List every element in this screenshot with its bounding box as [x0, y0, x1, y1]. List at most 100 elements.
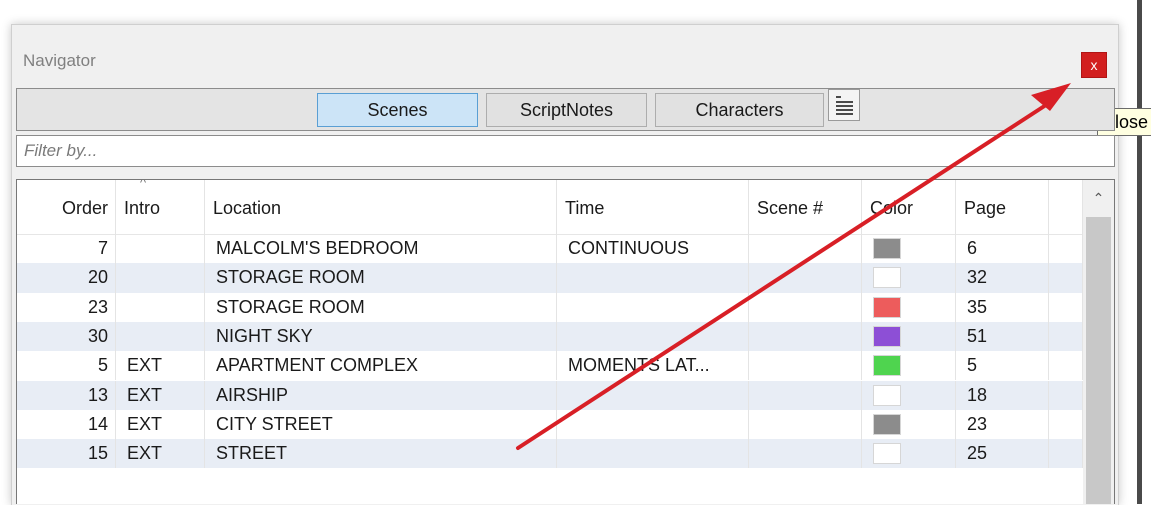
color-swatch[interactable]: [873, 325, 901, 347]
close-icon: x: [1090, 57, 1098, 73]
column-header-order[interactable]: Order: [17, 180, 116, 234]
tab-scriptnotes[interactable]: ScriptNotes: [486, 93, 647, 127]
cell-intro: [116, 321, 205, 352]
cell-filler: [1049, 292, 1083, 322]
table-row[interactable]: 5 EXT APARTMENT COMPLEX MOMENTS LAT... 5: [17, 351, 1083, 381]
cell-time: MOMENTS LAT...: [557, 351, 749, 381]
scenes-grid: Order ^ Intro Location Time Scene # Colo…: [16, 179, 1115, 504]
cell-location: STREET: [205, 439, 557, 469]
column-header-intro[interactable]: ^ Intro: [116, 180, 205, 234]
table-row[interactable]: 20 STORAGE ROOM 32: [17, 263, 1083, 293]
cell-filler: [1049, 351, 1083, 381]
cell-color: [862, 263, 956, 293]
list-view-icon[interactable]: [828, 89, 860, 121]
cell-scene-number: [749, 351, 862, 381]
cell-intro: EXT: [116, 409, 205, 440]
cell-color: [862, 380, 956, 410]
cell-order: 23: [17, 292, 116, 322]
cell-page: 5: [956, 351, 1049, 381]
column-header-location[interactable]: Location: [205, 180, 557, 234]
cell-filler: [1049, 439, 1083, 469]
cell-order: 5: [17, 351, 116, 381]
cell-intro: EXT: [116, 351, 205, 381]
color-swatch[interactable]: [873, 384, 901, 406]
table-row[interactable]: 30 NIGHT SKY 51: [17, 321, 1083, 352]
cell-filler: [1049, 321, 1083, 352]
column-header-scene-number[interactable]: Scene #: [749, 180, 862, 234]
column-header-page[interactable]: Page: [956, 180, 1049, 234]
tab-characters[interactable]: Characters: [655, 93, 824, 127]
close-button[interactable]: x: [1081, 52, 1107, 78]
cell-scene-number: [749, 321, 862, 352]
cell-location: MALCOLM'S BEDROOM: [205, 234, 557, 264]
cell-page: 32: [956, 263, 1049, 293]
filter-input[interactable]: Filter by...: [16, 135, 1115, 167]
cell-page: 23: [956, 409, 1049, 440]
cell-location: APARTMENT COMPLEX: [205, 351, 557, 381]
cell-color: [862, 292, 956, 322]
column-header-intro-label: Intro: [124, 198, 161, 218]
table-row[interactable]: 23 STORAGE ROOM 35: [17, 292, 1083, 322]
color-swatch[interactable]: [873, 443, 901, 465]
table-row[interactable]: 14 EXT CITY STREET 23: [17, 409, 1083, 440]
cell-filler: [1049, 380, 1083, 410]
column-header-color[interactable]: Color: [862, 180, 956, 234]
cell-time: [557, 263, 749, 293]
scrollbar-thumb[interactable]: [1086, 217, 1111, 504]
column-header-time[interactable]: Time: [557, 180, 749, 234]
tab-scenes[interactable]: Scenes: [317, 93, 478, 127]
cell-scene-number: [749, 409, 862, 440]
cell-color: [862, 439, 956, 469]
list-view-icon-line: [836, 101, 853, 103]
cell-order: 14: [17, 409, 116, 440]
cell-intro: [116, 292, 205, 322]
list-view-icon-line: [836, 113, 853, 115]
cell-time: [557, 292, 749, 322]
cell-order: 7: [17, 234, 116, 264]
cell-filler: [1049, 234, 1083, 264]
cell-filler: [1049, 263, 1083, 293]
cell-order: 30: [17, 321, 116, 352]
cell-intro: [116, 234, 205, 264]
cell-location: NIGHT SKY: [205, 321, 557, 352]
color-swatch[interactable]: [873, 267, 901, 289]
color-swatch[interactable]: [873, 296, 901, 318]
list-view-icon-line: [836, 109, 853, 111]
cell-scene-number: [749, 292, 862, 322]
cell-scene-number: [749, 439, 862, 469]
vertical-scrollbar[interactable]: ⌃: [1083, 180, 1114, 504]
cell-time: [557, 321, 749, 352]
tab-bar: Scenes ScriptNotes Characters: [16, 88, 1115, 131]
table-row[interactable]: 7 MALCOLM'S BEDROOM CONTINUOUS 6: [17, 234, 1083, 264]
chevron-up-icon[interactable]: ⌃: [1083, 180, 1114, 216]
cell-location: AIRSHIP: [205, 380, 557, 410]
cell-location: CITY STREET: [205, 409, 557, 440]
cell-page: 18: [956, 380, 1049, 410]
table-row[interactable]: 15 EXT STREET 25: [17, 439, 1083, 469]
column-header-filler: [1049, 180, 1083, 234]
cell-location: STORAGE ROOM: [205, 292, 557, 322]
table-row[interactable]: 13 EXT AIRSHIP 18: [17, 380, 1083, 410]
cell-intro: EXT: [116, 439, 205, 469]
cell-order: 20: [17, 263, 116, 293]
cell-scene-number: [749, 380, 862, 410]
list-view-icon-line: [836, 105, 853, 107]
cell-color: [862, 321, 956, 352]
color-swatch[interactable]: [873, 413, 901, 435]
cell-time: [557, 380, 749, 410]
cell-time: [557, 439, 749, 469]
cell-location: STORAGE ROOM: [205, 263, 557, 293]
grid-header: Order ^ Intro Location Time Scene # Colo…: [17, 180, 1083, 235]
color-swatch[interactable]: [873, 238, 901, 259]
cell-scene-number: [749, 234, 862, 264]
cell-color: [862, 409, 956, 440]
color-swatch[interactable]: [873, 355, 901, 377]
cell-time: [557, 409, 749, 440]
list-view-icon-line: [836, 96, 841, 98]
cell-intro: [116, 263, 205, 293]
panel-title: Navigator: [23, 51, 96, 70]
cell-color: [862, 234, 956, 264]
cell-page: 6: [956, 234, 1049, 264]
cell-order: 15: [17, 439, 116, 469]
cell-scene-number: [749, 263, 862, 293]
